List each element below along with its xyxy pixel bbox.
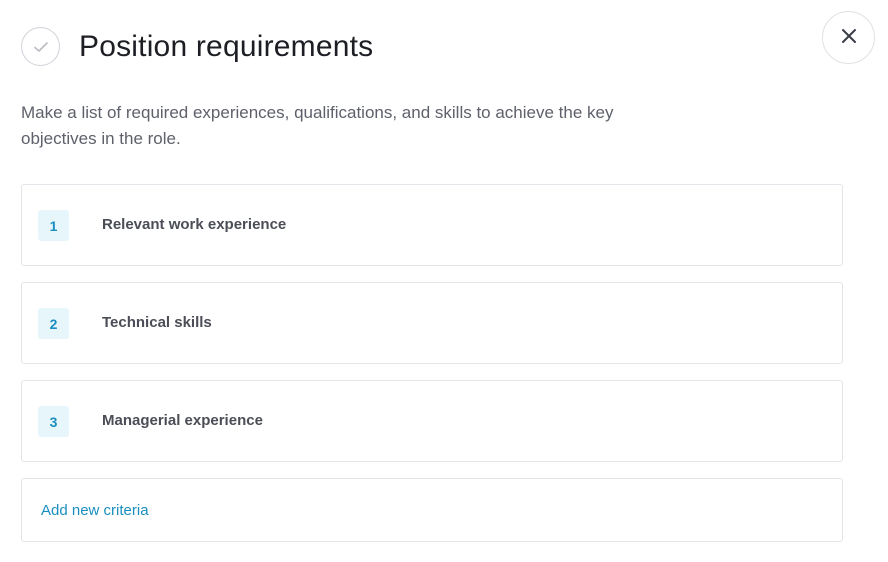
check-icon	[21, 27, 60, 66]
criteria-item[interactable]: 1 Relevant work experience	[21, 184, 843, 266]
criteria-label: Technical skills	[102, 314, 212, 331]
criteria-list: 1 Relevant work experience 2 Technical s…	[21, 184, 843, 478]
add-new-criteria-link[interactable]: Add new criteria	[41, 501, 149, 521]
criteria-label: Managerial experience	[102, 412, 263, 429]
criteria-number-badge: 3	[38, 406, 69, 437]
page-title: Position requirements	[79, 30, 374, 63]
criteria-item[interactable]: 2 Technical skills	[21, 282, 843, 364]
position-requirements-panel: Position requirements Make a list of req…	[0, 0, 888, 562]
criteria-number-badge: 2	[38, 308, 69, 339]
criteria-number-badge: 1	[38, 210, 69, 241]
criteria-label: Relevant work experience	[102, 216, 287, 233]
close-button[interactable]	[822, 11, 875, 64]
close-icon	[841, 28, 857, 47]
description-text: Make a list of required experiences, qua…	[21, 103, 614, 148]
add-criteria-row: Add new criteria	[21, 478, 843, 542]
criteria-item[interactable]: 3 Managerial experience	[21, 380, 843, 462]
